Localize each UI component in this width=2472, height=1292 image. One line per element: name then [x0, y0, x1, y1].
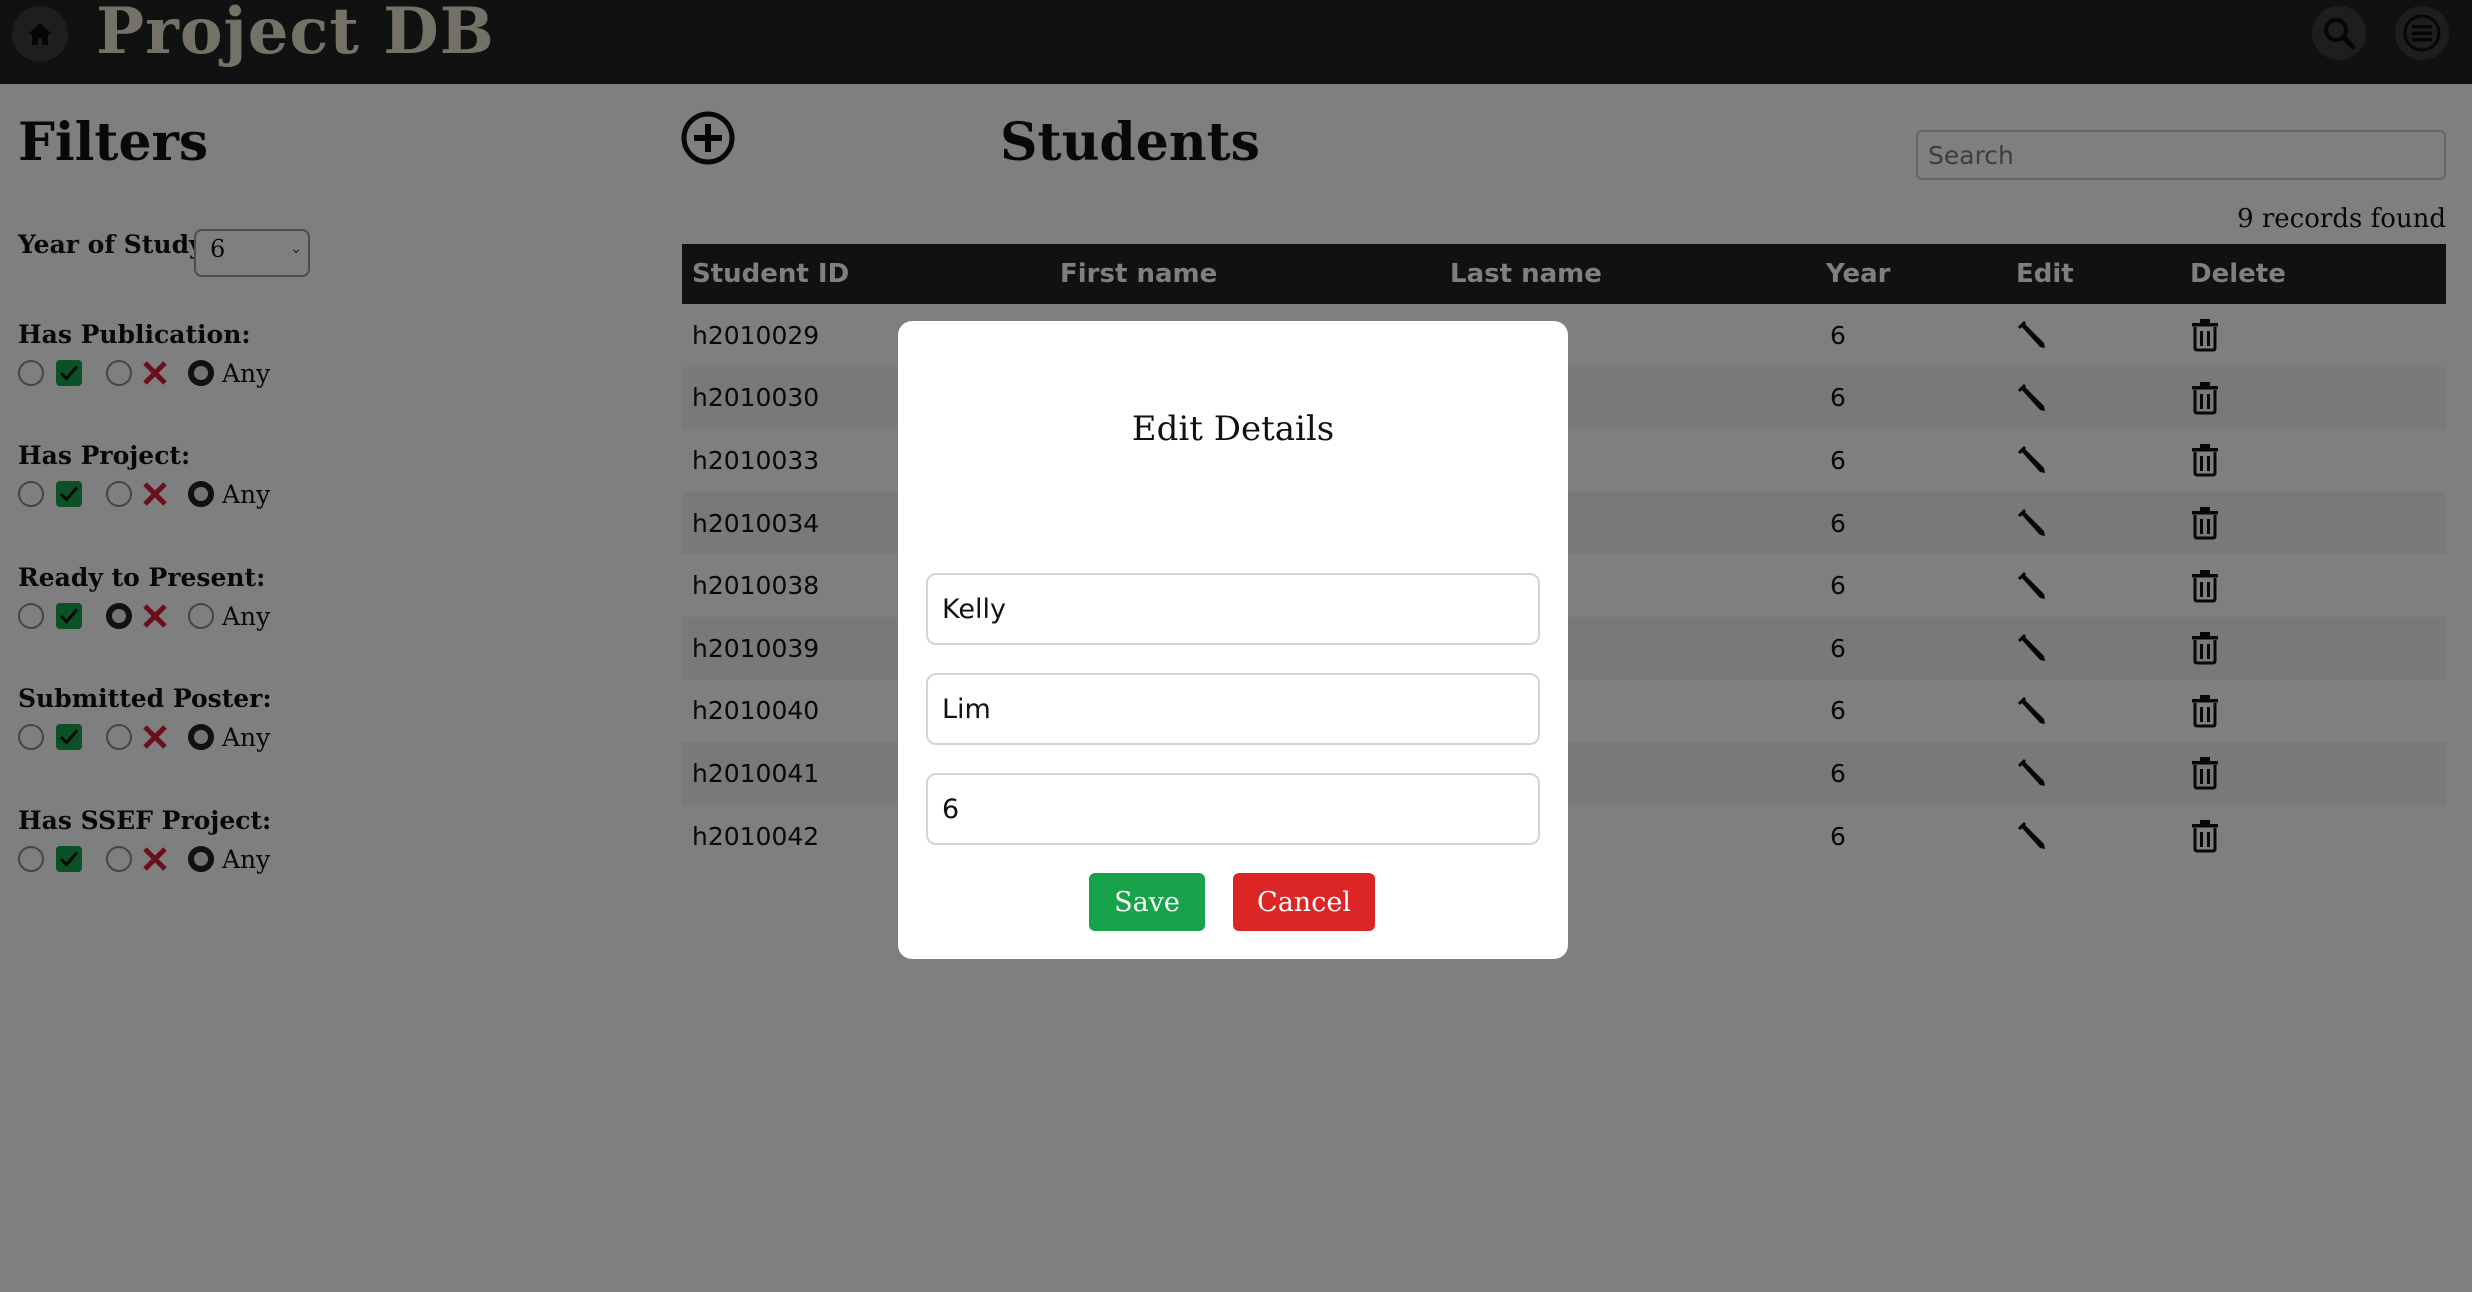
dialog-title: Edit Details: [1131, 409, 1335, 449]
year-field[interactable]: [926, 773, 1540, 845]
first-name-field[interactable]: [926, 573, 1540, 645]
edit-details-dialog: Edit Details Save Cancel: [898, 321, 1568, 959]
cancel-button[interactable]: Cancel: [1233, 873, 1375, 931]
last-name-field[interactable]: [926, 673, 1540, 745]
save-button[interactable]: Save: [1089, 873, 1205, 931]
